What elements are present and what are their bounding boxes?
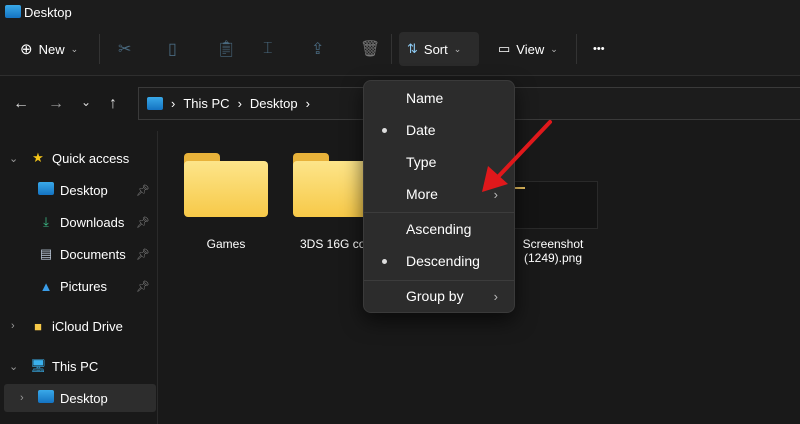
annotation-arrow-icon — [482, 120, 552, 192]
